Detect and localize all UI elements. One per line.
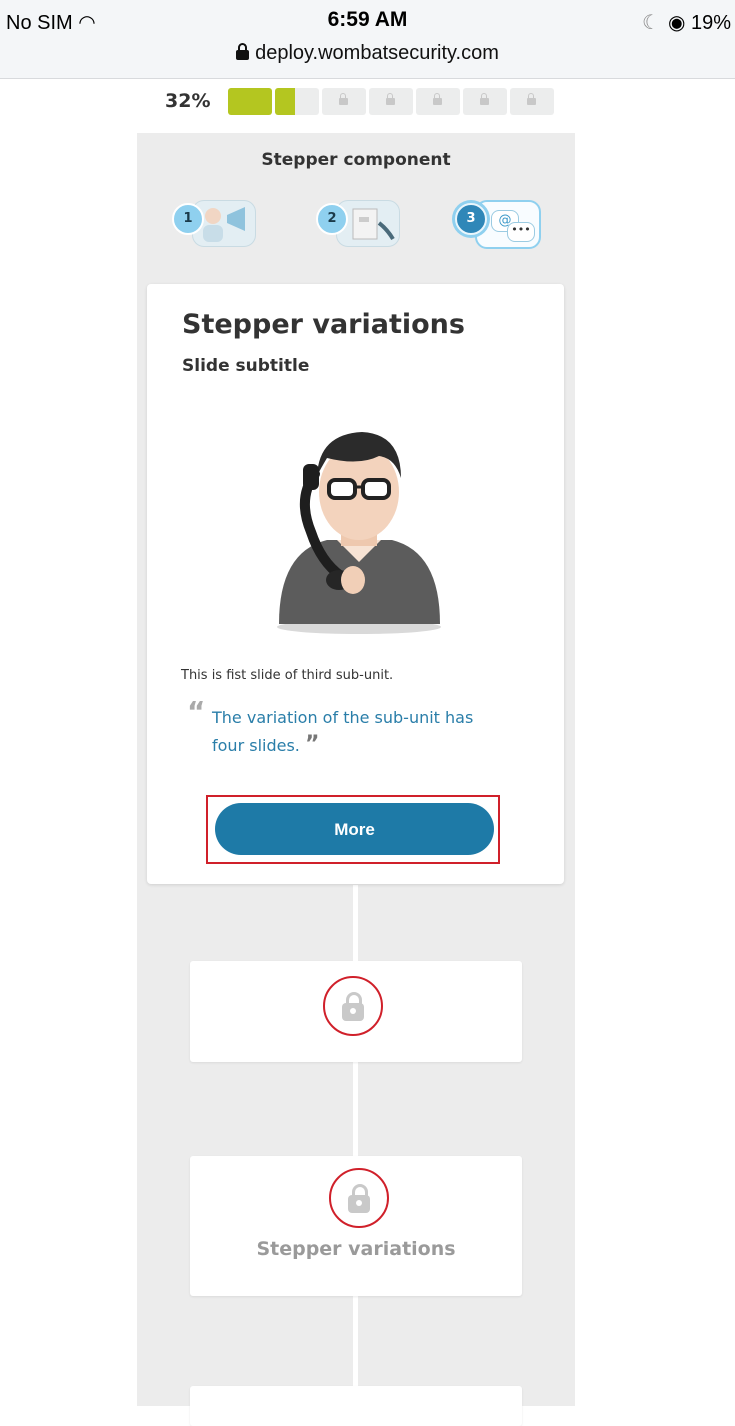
slide-title: Stepper variations (182, 309, 465, 340)
lock-highlight-circle (323, 976, 383, 1036)
lock-icon (348, 1184, 370, 1213)
close-quote-icon: ” (304, 732, 320, 757)
progress-segments (228, 88, 554, 115)
progress-segment-locked (463, 88, 507, 115)
slide-subtitle: Slide subtitle (182, 356, 310, 376)
progress-segment-locked (416, 88, 460, 115)
lock-icon (480, 93, 489, 105)
man-on-phone-illustration (267, 412, 452, 642)
locked-slide-card (190, 961, 522, 1062)
slide-card: Stepper variations Slide subtitle This i… (147, 284, 564, 884)
lock-icon (339, 93, 348, 105)
step-1[interactable]: 1 (172, 195, 262, 250)
progress-percent: 32% (165, 90, 211, 112)
progress-segment-locked (510, 88, 554, 115)
lock-icon (386, 93, 395, 105)
progress-segment-locked (369, 88, 413, 115)
progress-segment-complete (228, 88, 272, 115)
rotation-lock-icon: ◉ (667, 12, 686, 34)
progress-segment-locked (322, 88, 366, 115)
slide-body-text: This is fist slide of third sub-unit. (181, 668, 394, 683)
slide-quote: “ The variation of the sub-unit has four… (187, 695, 474, 758)
lock-icon (433, 93, 442, 105)
clock: 6:59 AM (327, 8, 408, 31)
component-title: Stepper component (261, 150, 451, 170)
battery-indicator: ☾ ◉ 19% (642, 12, 731, 34)
lock-icon (527, 93, 536, 105)
locked-slide-card (190, 1386, 522, 1426)
progress-segment-partial (275, 88, 319, 115)
status-bar: No SIM ◠ 6:59 AM ☾ ◉ 19% deploy.wombatsec… (0, 0, 735, 79)
locked-slide-card: Stepper variations (190, 1156, 522, 1296)
more-button[interactable]: More (215, 803, 494, 855)
open-quote-icon: “ (187, 695, 206, 728)
locked-slide-title: Stepper variations (256, 1238, 456, 1260)
lock-icon (342, 992, 364, 1021)
padlock-icon (236, 43, 250, 60)
address-bar[interactable]: deploy.wombatsecurity.com (0, 42, 735, 65)
lock-highlight-circle (329, 1168, 389, 1228)
step-2[interactable]: 2 (316, 195, 406, 250)
moon-icon: ☾ (642, 12, 660, 34)
step-3[interactable]: 3 @ ••• (455, 195, 545, 250)
